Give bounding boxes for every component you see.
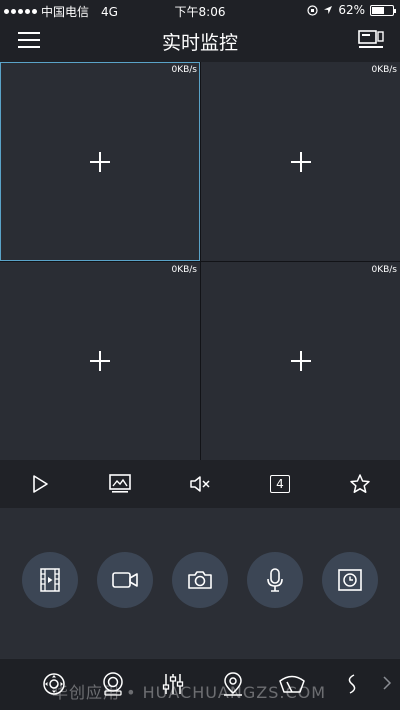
add-channel-icon[interactable]	[290, 351, 311, 371]
battery-percent: 62%	[338, 3, 365, 17]
video-cell-4[interactable]: 0KB/s	[201, 262, 400, 460]
video-cell-3[interactable]: 0KB/s	[0, 262, 200, 460]
mute-button[interactable]	[180, 464, 220, 504]
split-screen-button[interactable]: 4	[260, 464, 300, 504]
status-right: 62%	[307, 3, 396, 17]
chevron-right-icon[interactable]	[382, 675, 392, 691]
record-list-button[interactable]	[21, 552, 78, 608]
snapshot-gallery-button[interactable]	[100, 464, 140, 504]
control-buttons	[0, 552, 400, 608]
snapshot-button[interactable]	[171, 552, 228, 608]
more-icon	[348, 674, 356, 694]
play-button[interactable]	[20, 464, 60, 504]
status-bar: 中国电信 4G 下午8:06 62%	[0, 0, 400, 20]
video-cell-2[interactable]: 0KB/s	[201, 62, 400, 261]
mute-icon	[190, 476, 210, 492]
bitrate-label: 0KB/s	[171, 65, 197, 75]
camera-icon	[188, 571, 212, 589]
microphone-icon	[267, 568, 283, 592]
playback-button[interactable]	[322, 552, 379, 608]
page-title: 实时监控	[161, 32, 238, 54]
battery-icon	[370, 4, 396, 16]
add-channel-icon[interactable]	[90, 151, 110, 172]
bitrate-label: 0KB/s	[371, 65, 397, 75]
film-icon	[39, 568, 60, 592]
talk-button[interactable]	[247, 552, 304, 608]
bitrate-label: 0KB/s	[171, 265, 197, 275]
nav-bar: 实时监控	[0, 20, 400, 62]
video-cell-1[interactable]: 0KB/s	[0, 62, 200, 261]
ptz-bar: 华创应用 • HUACHUANGZS.COM	[0, 658, 400, 710]
star-icon	[350, 474, 370, 493]
video-toolbar: 4	[0, 460, 400, 508]
playback-icon	[338, 569, 363, 591]
add-channel-icon[interactable]	[290, 151, 311, 172]
add-channel-icon[interactable]	[90, 351, 110, 371]
video-grid: 0KB/s 0KB/s 0KB/s 0KB/s	[0, 62, 400, 460]
control-panel	[0, 508, 400, 658]
more-button[interactable]	[335, 667, 369, 701]
location-arrow-icon	[324, 6, 333, 14]
device-switch-icon[interactable]	[358, 30, 384, 50]
video-record-icon	[111, 572, 138, 588]
video-record-button[interactable]	[96, 552, 153, 608]
image-icon	[109, 474, 131, 493]
orientation-lock-icon	[307, 4, 318, 16]
play-icon	[33, 475, 48, 493]
bitrate-label: 0KB/s	[371, 265, 397, 275]
watermark: 华创应用 • HUACHUANGZS.COM	[52, 683, 327, 702]
favorite-button[interactable]	[340, 464, 380, 504]
split-screen-icon: 4	[270, 475, 290, 493]
